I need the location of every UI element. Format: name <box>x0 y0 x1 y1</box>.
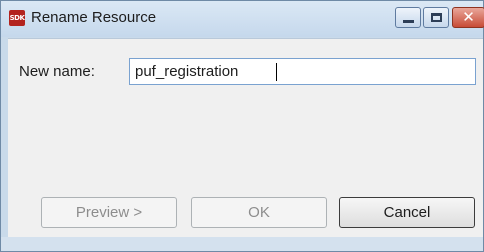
maximize-icon <box>431 13 442 22</box>
maximize-button[interactable] <box>423 7 449 28</box>
dialog-title: Rename Resource <box>31 9 157 26</box>
dialog-body: New name: Preview > OK Cancel <box>8 38 483 237</box>
new-name-label: New name: <box>19 63 95 80</box>
title-bar: SDK Rename Resource ✕ <box>1 1 484 37</box>
sdk-app-icon: SDK <box>9 10 25 26</box>
preview-button[interactable]: Preview > <box>41 197 177 228</box>
minimize-icon <box>403 20 414 23</box>
close-icon: ✕ <box>462 8 475 26</box>
window-bottom-border <box>1 237 483 251</box>
ok-button[interactable]: OK <box>191 197 327 228</box>
rename-resource-dialog: SDK Rename Resource ✕ New name: Preview … <box>0 0 484 252</box>
close-button[interactable]: ✕ <box>452 7 484 28</box>
text-caret <box>276 63 277 81</box>
minimize-button[interactable] <box>395 7 421 28</box>
cancel-button[interactable]: Cancel <box>339 197 475 228</box>
new-name-input[interactable] <box>129 58 476 85</box>
